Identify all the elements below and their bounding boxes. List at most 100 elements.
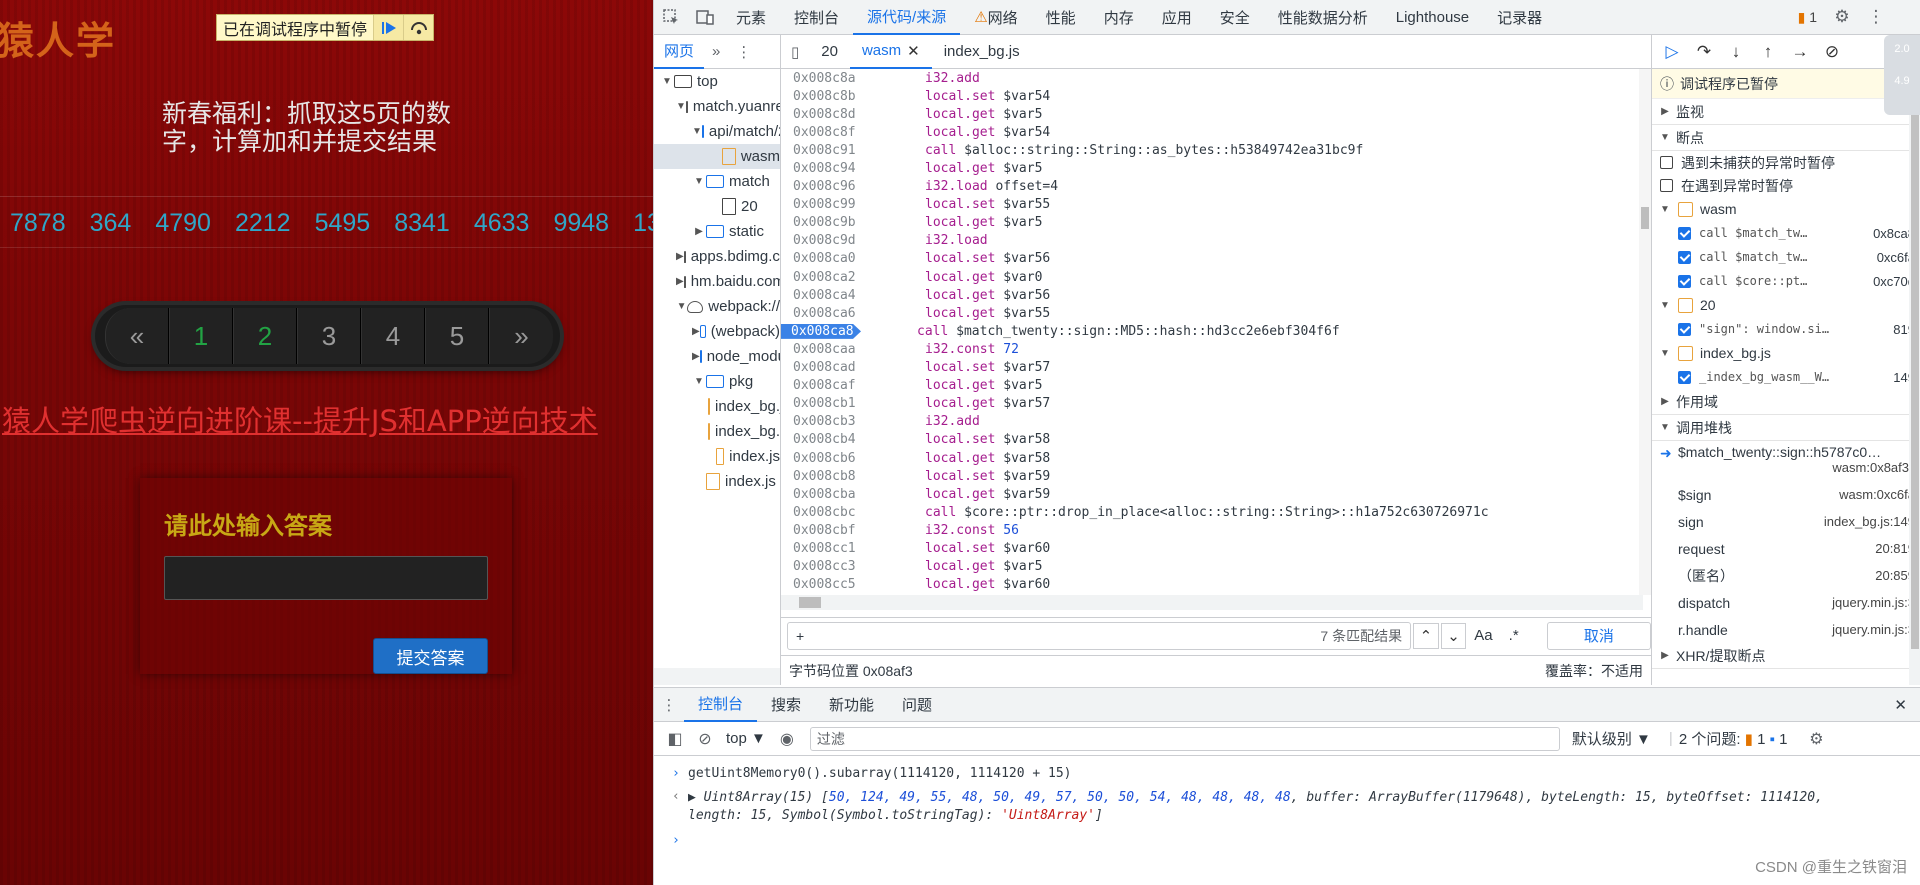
code-line[interactable]: 0x008ca2 local.get $var0 bbox=[781, 268, 1643, 286]
vscroll-thumb[interactable] bbox=[1641, 207, 1649, 229]
search-input[interactable]: + 7 条匹配结果 bbox=[787, 621, 1412, 650]
course-link[interactable]: 猿人学爬虫逆向进阶课--提升JS和APP逆向技术 bbox=[2, 398, 598, 440]
code-line[interactable]: 0x008cc1 local.set $var60 bbox=[781, 539, 1643, 557]
drawer-tab-2[interactable]: 新功能 bbox=[815, 688, 888, 722]
tree-item[interactable]: ▼ match bbox=[654, 169, 780, 194]
line-address[interactable]: 0x008cc3 bbox=[781, 559, 869, 574]
close-drawer-icon[interactable]: ✕ bbox=[1880, 696, 1920, 714]
line-address[interactable]: 0x008cbc bbox=[781, 505, 869, 520]
tree-item[interactable]: ▶ (webpack) bbox=[654, 319, 780, 344]
line-address[interactable]: 0x008cba bbox=[781, 487, 869, 502]
section-xhr[interactable]: ▶ XHR/提取断点 bbox=[1652, 643, 1920, 669]
sidebar-scrollbar[interactable] bbox=[1909, 69, 1920, 685]
breakpoint-item[interactable]: call $match_tw… 0x8ca8 bbox=[1652, 221, 1920, 245]
step-icon[interactable]: → bbox=[1784, 42, 1816, 62]
code-line[interactable]: 0x008c91 call $alloc::string::String::as_… bbox=[781, 141, 1643, 159]
step-out-icon[interactable]: ↑ bbox=[1752, 42, 1784, 62]
call-frame[interactable]: sign index_bg.js:149 bbox=[1652, 508, 1920, 535]
code-line[interactable]: 0x008c8d local.get $var5 bbox=[781, 105, 1643, 123]
checkbox[interactable] bbox=[1660, 156, 1673, 169]
code-line[interactable]: 0x008cbc call $core::ptr::drop_in_place<a… bbox=[781, 503, 1643, 521]
line-address[interactable]: 0x008c8f bbox=[781, 125, 869, 140]
line-address[interactable]: 0x008ca4 bbox=[781, 288, 869, 303]
code-line[interactable]: 0x008c99 local.set $var55 bbox=[781, 196, 1643, 214]
navigator-hscrollbar[interactable] bbox=[654, 668, 780, 685]
drawer-tab-0[interactable]: 控制台 bbox=[684, 688, 758, 722]
tree-item[interactable]: ▼ api/match/20 bbox=[654, 119, 780, 144]
line-address[interactable]: 0x008c8b bbox=[781, 89, 869, 104]
line-address[interactable]: 0x008c9b bbox=[781, 215, 869, 230]
code-line[interactable]: 0x008c96 i32.load offset=4 bbox=[781, 178, 1643, 196]
call-frame[interactable]: dispatch jquery.min.js:3 bbox=[1652, 589, 1920, 616]
section-breakpoints[interactable]: ▼ 断点 bbox=[1652, 125, 1920, 151]
code-view[interactable]: 0x008c8a i32.add 0x008c8b local.set $var54 0… bbox=[781, 69, 1643, 595]
exception-checkbox-row[interactable]: 在遇到异常时暂停 bbox=[1652, 174, 1920, 197]
step-into-icon[interactable]: ↓ bbox=[1720, 42, 1752, 62]
code-line[interactable]: 0x008cba local.get $var59 bbox=[781, 485, 1643, 503]
devtools-tab-7[interactable]: 安全 bbox=[1206, 0, 1264, 35]
console-filter-input[interactable]: 过滤 bbox=[809, 726, 1560, 751]
devtools-tab-10[interactable]: 记录器 bbox=[1483, 0, 1556, 35]
code-line[interactable]: 0x008ca6 local.get $var55 bbox=[781, 304, 1643, 322]
exception-checkbox-row[interactable]: 遇到未捕获的异常时暂停 bbox=[1652, 151, 1920, 174]
breakpoint-checkbox[interactable] bbox=[1678, 226, 1691, 240]
device-toolbar-icon[interactable] bbox=[688, 0, 722, 35]
issues-link[interactable]: 2 个问题: ▮ 1 ▪ 1 bbox=[1679, 728, 1788, 749]
page-prev-button[interactable]: « bbox=[105, 308, 169, 364]
breakpoint-item[interactable]: call $match_tw… 0xc6fa bbox=[1652, 245, 1920, 269]
resume-icon[interactable] bbox=[373, 15, 404, 40]
issues-counter[interactable]: ▮ 1 bbox=[1790, 9, 1825, 26]
tree-item[interactable]: ▶ hm.baidu.com bbox=[654, 269, 780, 294]
line-address[interactable]: 0x008cad bbox=[781, 360, 869, 375]
live-expression-eye-icon[interactable]: ◉ bbox=[772, 729, 802, 749]
line-address[interactable]: 0x008c8a bbox=[781, 71, 869, 86]
answer-input[interactable] bbox=[164, 556, 488, 600]
log-level-select[interactable]: 默认级别 ▼ bbox=[1560, 728, 1663, 749]
line-address[interactable]: 0x008ca0 bbox=[781, 251, 869, 266]
match-case-button[interactable]: Aa bbox=[1466, 627, 1500, 644]
tree-item[interactable]: ▶ static bbox=[654, 219, 780, 244]
line-address[interactable]: 0x008cb3 bbox=[781, 414, 869, 429]
code-line[interactable]: 0x008c94 local.get $var5 bbox=[781, 159, 1643, 177]
step-over-icon[interactable] bbox=[403, 15, 434, 40]
code-line[interactable]: 0x008cb3 i32.add bbox=[781, 413, 1643, 431]
breakpoint-checkbox[interactable] bbox=[1678, 370, 1691, 384]
devtools-tab-9[interactable]: Lighthouse bbox=[1382, 0, 1483, 35]
regex-button[interactable]: .* bbox=[1501, 627, 1527, 644]
line-address[interactable]: 0x008cc1 bbox=[781, 541, 869, 556]
devtools-tab-0[interactable]: 元素 bbox=[722, 0, 780, 35]
tree-item[interactable]: ▼ match.yuanrenxue.cn bbox=[654, 94, 780, 119]
resume-icon[interactable]: ▷ bbox=[1656, 42, 1688, 62]
inspect-element-icon[interactable] bbox=[654, 0, 688, 35]
breakpoint-item[interactable]: _index_bg_wasm__W… 149 bbox=[1652, 365, 1920, 389]
navigator-tab-page[interactable]: 网页 bbox=[654, 35, 705, 69]
page-button-4[interactable]: 4 bbox=[361, 308, 425, 364]
console-prompt[interactable]: › bbox=[654, 833, 1920, 848]
sidebar-toggle-icon[interactable]: ◧ bbox=[660, 729, 690, 749]
code-line[interactable]: 0x008cb1 local.get $var57 bbox=[781, 395, 1643, 413]
devtools-tab-5[interactable]: 内存 bbox=[1090, 0, 1148, 35]
tree-item[interactable]: 20 bbox=[654, 194, 780, 219]
settings-gear-icon[interactable]: ⚙ bbox=[1825, 0, 1859, 35]
navigator-menu-icon[interactable]: ⋮ bbox=[728, 43, 759, 61]
line-address[interactable]: 0x008caf bbox=[781, 378, 869, 393]
section-watch[interactable]: ▶ 监视 bbox=[1652, 99, 1920, 125]
devtools-tab-3[interactable]: ⚠ 网络 bbox=[960, 0, 1031, 35]
breakpoint-marker[interactable]: 0x008ca8 bbox=[781, 323, 861, 339]
code-line[interactable]: 0x008ca4 local.get $var56 bbox=[781, 286, 1643, 304]
tree-item[interactable]: ▶ apps.bdimg.com bbox=[654, 244, 780, 269]
drawer-tab-3[interactable]: 问题 bbox=[888, 688, 946, 722]
page-button-2[interactable]: 2 bbox=[233, 308, 297, 364]
sidebar-scroll-thumb[interactable] bbox=[1911, 89, 1919, 649]
tree-item[interactable]: index_bg.js bbox=[654, 394, 780, 419]
drawer-tab-1[interactable]: 搜索 bbox=[757, 688, 815, 722]
line-address[interactable]: 0x008ca6 bbox=[781, 306, 869, 321]
code-line[interactable]: 0x008cc3 local.get $var5 bbox=[781, 558, 1643, 576]
line-address[interactable]: 0x008c9d bbox=[781, 233, 869, 248]
expand-triangle-icon[interactable]: ▶ bbox=[688, 790, 704, 805]
call-frame[interactable]: request 20:819 bbox=[1652, 535, 1920, 562]
line-address[interactable]: 0x008c96 bbox=[781, 179, 869, 194]
page-button-1[interactable]: 1 bbox=[169, 308, 233, 364]
line-address[interactable]: 0x008c94 bbox=[781, 161, 869, 176]
tree-item[interactable]: wasm bbox=[654, 144, 780, 169]
